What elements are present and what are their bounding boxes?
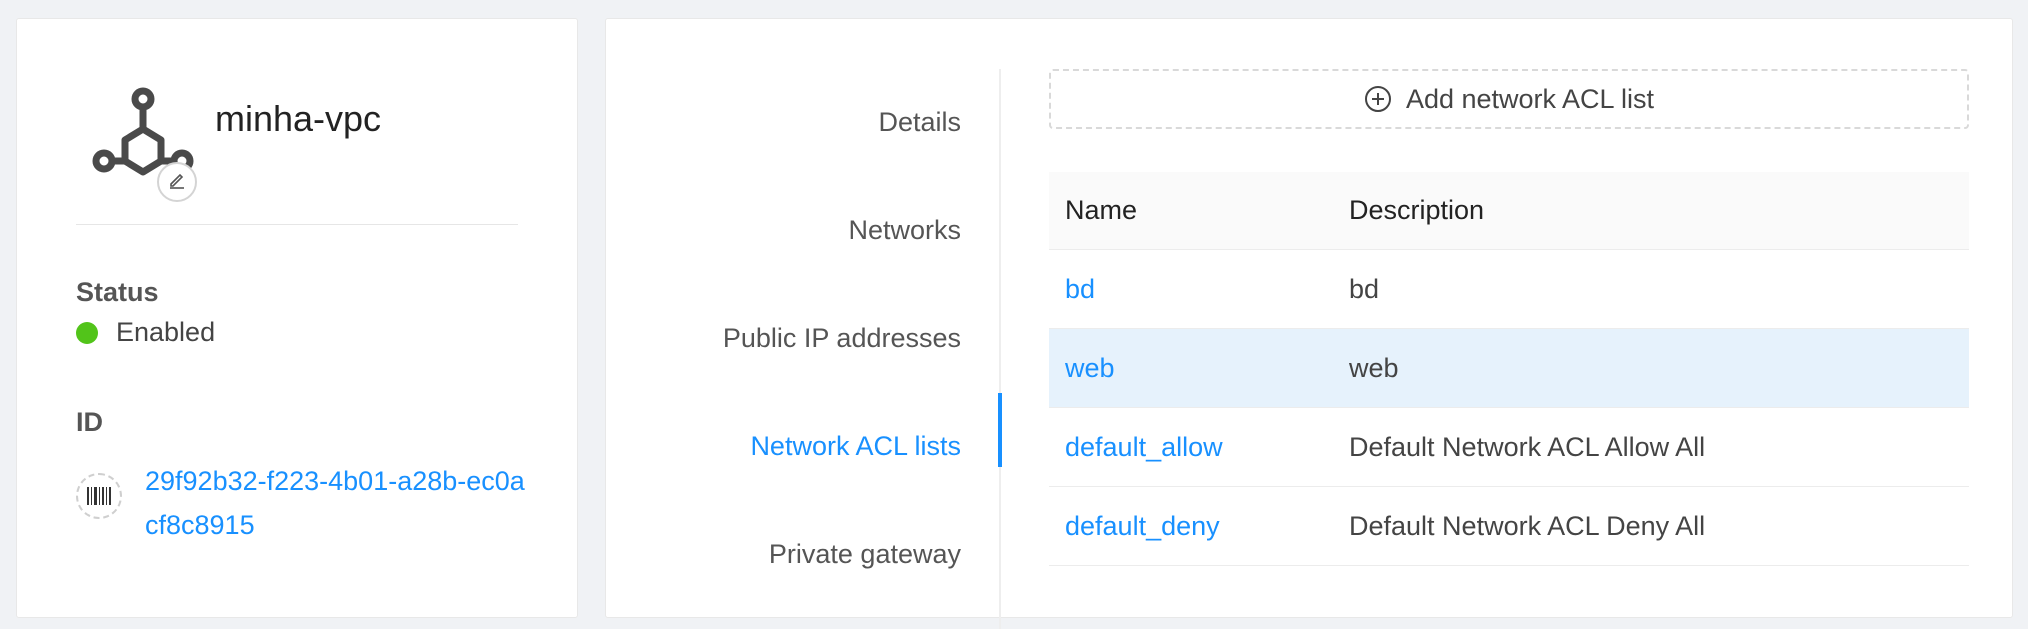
id-label: ID	[76, 407, 103, 437]
tab-details[interactable]: Details	[878, 107, 961, 138]
acl-description: bd	[1349, 273, 1380, 304]
table-row[interactable]: default_allow Default Network ACL Allow …	[1049, 408, 1969, 487]
acl-name-link[interactable]: default_allow	[1049, 432, 1349, 463]
table-row[interactable]: default_deny Default Network ACL Deny Al…	[1049, 487, 1969, 566]
table-header: Name Description	[1049, 172, 1969, 250]
tab-divider	[999, 69, 1001, 629]
vpc-name: minha-vpc	[215, 98, 382, 139]
tabs-card: Details Networks Public IP addresses Net…	[605, 18, 2013, 629]
add-button-label: Add network ACL list	[1405, 83, 1655, 114]
edit-name-button[interactable]	[157, 162, 197, 202]
divider	[76, 224, 518, 225]
status-label: Status	[76, 277, 159, 307]
plus-circle-icon	[1364, 85, 1392, 113]
acl-description: Default Network ACL Deny All	[1349, 510, 1706, 541]
acl-table: Name Description bd bd web web default_a…	[1049, 172, 1969, 566]
status-row: Enabled	[76, 317, 215, 348]
pencil-icon	[168, 171, 186, 194]
active-tab-indicator	[998, 393, 1002, 467]
table-row[interactable]: web web	[1049, 329, 1969, 408]
resource-id-link[interactable]: 29f92b32-f223-4b01-a28b-ec0acf8c8915	[145, 459, 525, 547]
tab-private-gateway[interactable]: Private gateway	[769, 539, 961, 570]
acl-name-link[interactable]: web	[1049, 353, 1349, 384]
column-header-description[interactable]: Description	[1349, 195, 1969, 226]
column-header-name[interactable]: Name	[1049, 195, 1349, 226]
barcode-icon	[76, 473, 122, 519]
acl-name-link[interactable]: bd	[1049, 274, 1349, 305]
add-network-acl-list-button[interactable]: Add network ACL list	[1049, 69, 1969, 129]
status-dot-icon	[76, 321, 98, 344]
tab-networks[interactable]: Networks	[848, 215, 961, 246]
tab-network-acl-lists[interactable]: Network ACL lists	[750, 431, 961, 462]
acl-description: web	[1349, 352, 1399, 383]
acl-name-link[interactable]: default_deny	[1049, 511, 1349, 542]
resource-info-card: minha-vpc Status Enabled ID 29f92b32-f22…	[16, 18, 578, 618]
tab-public-ip-addresses[interactable]: Public IP addresses	[723, 323, 961, 354]
status-value: Enabled	[116, 317, 216, 347]
acl-description: Default Network ACL Allow All	[1349, 431, 1706, 462]
table-row[interactable]: bd bd	[1049, 250, 1969, 329]
